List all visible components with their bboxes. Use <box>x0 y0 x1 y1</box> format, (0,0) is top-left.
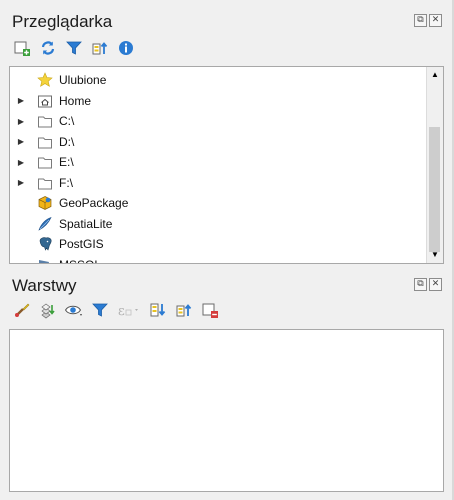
scroll-up-arrow-icon[interactable]: ▲ <box>427 67 443 83</box>
svg-text:ε: ε <box>118 304 125 319</box>
scrollbar-thumb[interactable] <box>429 127 440 252</box>
expand-arrow-icon[interactable]: ▶ <box>14 96 28 105</box>
layers-list[interactable] <box>9 329 444 492</box>
geopackage-icon <box>36 195 54 211</box>
layers-panel-title: Warstwy <box>12 276 77 295</box>
browser-item-label: PostGIS <box>59 237 104 252</box>
spatialite-icon <box>36 216 54 232</box>
browser-item-label: F:\ <box>59 175 73 190</box>
folder-icon <box>36 134 54 150</box>
browser-item-label: D:\ <box>59 134 75 149</box>
browser-item-label: Ulubione <box>59 73 107 88</box>
expand-arrow-icon[interactable]: ▶ <box>14 137 28 146</box>
expand-arrow-icon[interactable]: ▶ <box>14 178 28 187</box>
star-icon <box>36 72 54 88</box>
style-brush-icon[interactable] <box>12 300 32 320</box>
browser-item-f[interactable]: ▶ F:\ <box>10 173 443 194</box>
browser-panel: Przeglądarka ⧉ ✕ Ulubione ▶ Home ▶ C:\ ▶ D:\ ▶ E <box>0 0 454 266</box>
browser-tree: Ulubione ▶ Home ▶ C:\ ▶ D:\ ▶ E:\ ▶ F:\ GeoPackage S… <box>9 66 444 264</box>
browser-toolbar <box>12 38 136 58</box>
browser-panel-dock-buttons: ⧉ ✕ <box>414 14 442 27</box>
browser-item-geopackage[interactable]: GeoPackage <box>10 193 443 214</box>
filter-icon[interactable] <box>64 38 84 58</box>
browser-item-label: GeoPackage <box>59 196 129 211</box>
filter-expression-icon[interactable]: ε <box>116 300 142 320</box>
float-panel-icon[interactable]: ⧉ <box>414 14 427 27</box>
collapse-all-icon[interactable] <box>174 300 194 320</box>
layers-panel: Warstwy ⧉ ✕ ε <box>0 266 454 500</box>
home-folder-icon <box>36 93 54 109</box>
folder-icon <box>36 154 54 170</box>
browser-panel-title: Przeglądarka <box>12 12 113 31</box>
browser-item-label: C:\ <box>59 114 75 129</box>
browser-item-e[interactable]: ▶ E:\ <box>10 152 443 173</box>
expand-arrow-icon[interactable]: ▶ <box>14 158 28 167</box>
browser-item-ulubione[interactable]: Ulubione <box>10 70 443 91</box>
refresh-icon[interactable] <box>38 38 58 58</box>
close-panel-icon[interactable]: ✕ <box>429 14 442 27</box>
layers-toolbar: ε <box>12 300 220 320</box>
postgis-icon <box>36 236 54 252</box>
browser-item-label: Home <box>59 93 92 108</box>
close-panel-icon[interactable]: ✕ <box>429 278 442 291</box>
browser-item-postgis[interactable]: PostGIS <box>10 234 443 255</box>
expand-all-icon[interactable] <box>148 300 168 320</box>
folder-icon <box>36 113 54 129</box>
add-layer-icon[interactable] <box>12 38 32 58</box>
filter-icon[interactable] <box>90 300 110 320</box>
browser-item-label: SpatiaLite <box>59 216 113 231</box>
layers-panel-dock-buttons: ⧉ ✕ <box>414 278 442 291</box>
info-icon[interactable] <box>116 38 136 58</box>
browser-item-c[interactable]: ▶ C:\ <box>10 111 443 132</box>
browser-item-d[interactable]: ▶ D:\ <box>10 132 443 153</box>
folder-icon <box>36 175 54 191</box>
browser-item-home[interactable]: ▶ Home <box>10 91 443 112</box>
browser-item-label: E:\ <box>59 155 74 170</box>
browser-item-spatialite[interactable]: SpatiaLite <box>10 214 443 235</box>
browser-scrollbar[interactable]: ▲ ▼ <box>426 67 443 263</box>
visibility-eye-icon[interactable] <box>64 300 84 320</box>
scroll-down-arrow-icon[interactable]: ▼ <box>427 247 443 263</box>
expand-arrow-icon[interactable]: ▶ <box>14 117 28 126</box>
add-group-icon[interactable] <box>38 300 58 320</box>
float-panel-icon[interactable]: ⧉ <box>414 278 427 291</box>
qgis-side-panels: Przeglądarka ⧉ ✕ Ulubione ▶ Home ▶ C:\ ▶ D:\ ▶ E <box>0 0 454 500</box>
remove-layer-icon[interactable] <box>200 300 220 320</box>
collapse-all-icon[interactable] <box>90 38 110 58</box>
